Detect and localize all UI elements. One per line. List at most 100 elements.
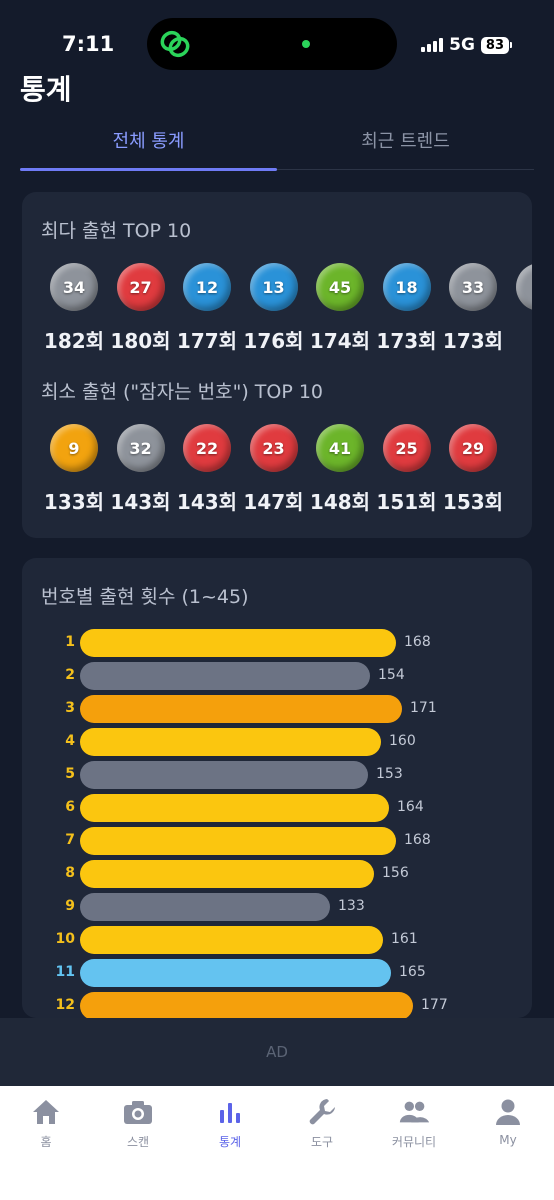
wrench-icon	[306, 1096, 338, 1128]
bar-value-label: 156	[382, 865, 409, 881]
number-ball-item: 18 173회	[372, 263, 442, 354]
lotto-ball: 33	[449, 263, 497, 311]
ball-count: 182회	[43, 329, 105, 353]
lotto-ball: 9	[50, 424, 98, 472]
bar-number-label: 10	[55, 931, 75, 947]
ball-count: 173회	[376, 329, 437, 353]
bar-row: 5 153	[22, 761, 532, 789]
lotto-ball: 25	[382, 424, 431, 472]
bar-number-label: 7	[65, 832, 75, 848]
bar-number-label: 12	[55, 997, 75, 1013]
number-ball-item: 9 133회	[39, 424, 109, 515]
frequency-bar	[80, 761, 368, 789]
nav-my[interactable]: My	[462, 1096, 554, 1147]
page-title: 통계	[20, 73, 72, 106]
lotto-ball: 34	[50, 263, 98, 311]
bar-number-label: 11	[55, 964, 75, 980]
nav-home-label: 홈	[40, 1135, 52, 1149]
link-app-icon	[160, 30, 190, 58]
ball-count: 148회	[309, 490, 371, 514]
ad-banner[interactable]: AD	[0, 1018, 554, 1086]
bar-row: 4 160	[22, 728, 532, 756]
bar-number-label: 3	[65, 700, 75, 716]
bar-row: 2 154	[22, 662, 532, 690]
bar-value-label: 168	[404, 634, 431, 650]
network-label: 5G	[449, 35, 475, 55]
nav-my-label: My	[499, 1133, 517, 1147]
number-ball-item: 25 151회	[372, 424, 442, 515]
nav-scan[interactable]: 스캔	[92, 1096, 184, 1150]
frequency-bar	[80, 827, 396, 855]
person-icon	[492, 1096, 524, 1128]
lotto-ball: 23	[249, 424, 298, 472]
frequency-bar	[80, 629, 396, 657]
bar-row: 7 168	[22, 827, 532, 855]
bar-number-label: 2	[65, 667, 75, 683]
bar-number-label: 4	[65, 733, 75, 749]
bar-row: 11 165	[22, 959, 532, 987]
nav-home[interactable]: 홈	[0, 1096, 92, 1150]
number-ball-item: 34 182회	[39, 263, 109, 354]
bar-value-label: 160	[389, 733, 416, 749]
number-ball-item: 32 143회	[106, 424, 176, 515]
bar-number-label: 6	[65, 799, 75, 815]
bar-value-label: 177	[421, 997, 448, 1013]
number-ball-item: 13 176회	[239, 263, 309, 354]
most-frequent-title: 최다 출현 TOP 10	[41, 220, 192, 242]
lotto-ball: 22	[183, 424, 231, 472]
number-ball-item: 12 177회	[172, 263, 242, 354]
status-indicators: 5G 83	[421, 35, 512, 55]
bar-number-label: 8	[65, 865, 75, 881]
status-time: 7:11	[62, 32, 115, 56]
bar-number-label: 5	[65, 766, 75, 782]
bar-row: 10 161	[22, 926, 532, 954]
battery-tip	[510, 42, 512, 48]
bar-row: 3 171	[22, 695, 532, 723]
people-icon	[398, 1096, 430, 1128]
bar-value-label: 165	[399, 964, 426, 980]
active-tab-indicator	[20, 168, 277, 171]
ball-count: 176회	[243, 329, 304, 353]
number-ball-item: 29 153회	[438, 424, 508, 515]
frequency-bar	[80, 794, 389, 822]
nav-stats[interactable]: 통계	[184, 1096, 276, 1150]
frequency-bar	[80, 695, 402, 723]
lotto-ball: 13	[249, 263, 298, 311]
bar-row: 1 168	[22, 629, 532, 657]
bar-row: 6 164	[22, 794, 532, 822]
tab-recent-trend[interactable]: 최근 트렌드	[277, 112, 534, 168]
frequency-bar	[80, 728, 381, 756]
ball-count: 143회	[110, 490, 171, 514]
nav-community-label: 커뮤니티	[391, 1135, 437, 1149]
nav-tools[interactable]: 도구	[276, 1096, 368, 1150]
lotto-ball: 41	[316, 424, 364, 472]
nav-community[interactable]: 커뮤니티	[368, 1096, 460, 1150]
frequency-bar	[80, 860, 374, 888]
frequency-bar	[80, 926, 383, 954]
battery-icon: 83	[480, 36, 509, 54]
bottom-nav: 홈 스캔 통계 도구 커뮤니티 My	[0, 1086, 554, 1200]
most-frequent-list: 34 182회 27 180회 12 177회 13 176회 45 174회 18 173회 33 17…	[22, 263, 532, 363]
top-numbers-card: 최다 출현 TOP 10 34 182회 27 180회 12 177회 13 176회 45 1…	[22, 192, 532, 538]
frequency-bar	[80, 959, 391, 987]
bar-row: 8 156	[22, 860, 532, 888]
bar-value-label: 153	[376, 766, 403, 782]
nav-scan-label: 스캔	[126, 1135, 150, 1149]
ball-count: 180회	[110, 329, 171, 353]
frequency-chart-title: 번호별 출현 횟수 (1~45)	[41, 586, 249, 608]
nav-tools-label: 도구	[310, 1135, 334, 1149]
active-indicator-dot	[302, 40, 310, 48]
number-ball-item: 33 173회	[438, 263, 508, 354]
frequency-bar	[80, 992, 413, 1018]
ball-count: 133회	[43, 490, 105, 514]
lotto-ball: 18	[382, 263, 431, 311]
number-ball-item: 22 143회	[172, 424, 242, 515]
status-bar: 7:11 5G 83	[0, 0, 554, 80]
signal-icon	[421, 38, 444, 52]
tab-overall-stats[interactable]: 전체 통계	[20, 112, 277, 168]
ad-label: AD	[266, 1043, 288, 1061]
ball-count: 147회	[243, 490, 304, 514]
bar-value-label: 161	[391, 931, 418, 947]
ball-count: 174회	[309, 329, 371, 353]
frequency-bar	[80, 893, 330, 921]
